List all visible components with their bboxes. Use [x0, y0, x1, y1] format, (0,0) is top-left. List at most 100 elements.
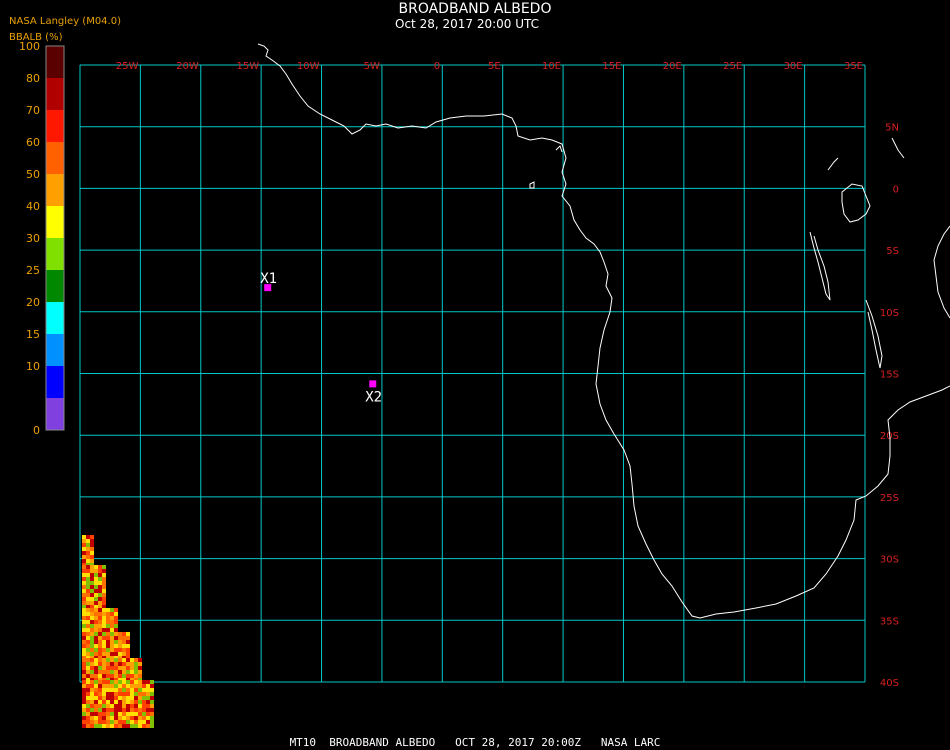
- albedo-pixel: [94, 670, 98, 674]
- albedo-pixel: [90, 724, 94, 728]
- albedo-pixel: [142, 700, 146, 704]
- albedo-pixel: [126, 724, 130, 728]
- albedo-pixel: [110, 666, 114, 670]
- albedo-pixel: [82, 708, 86, 712]
- albedo-pixel: [102, 658, 106, 662]
- albedo-pixel: [94, 666, 98, 670]
- albedo-pixel: [150, 720, 154, 724]
- albedo-pixel: [98, 704, 102, 708]
- albedo-pixel: [126, 662, 130, 666]
- albedo-pixel: [110, 696, 114, 700]
- legend-swatch: [46, 46, 64, 78]
- albedo-pixel: [118, 692, 122, 696]
- legend-swatch: [46, 142, 64, 174]
- legend-tick-label: 30: [26, 232, 40, 245]
- albedo-pixel: [110, 704, 114, 708]
- albedo-pixel: [106, 704, 110, 708]
- albedo-pixel: [118, 700, 122, 704]
- albedo-pixel: [106, 684, 110, 688]
- albedo-pixel: [94, 585, 98, 589]
- albedo-pixel: [98, 608, 102, 612]
- albedo-pixel: [118, 652, 122, 656]
- bioko-island: [529, 181, 535, 189]
- albedo-pixel: [138, 688, 142, 692]
- albedo-pixel: [106, 662, 110, 666]
- albedo-pixel: [106, 658, 110, 662]
- albedo-pixel: [94, 658, 98, 662]
- albedo-pixel: [98, 644, 102, 648]
- site-marker-label: X1: [260, 271, 277, 287]
- albedo-pixel: [86, 624, 90, 628]
- albedo-pixel: [114, 700, 118, 704]
- albedo-pixel: [86, 692, 90, 696]
- albedo-pixel: [106, 724, 110, 728]
- albedo-pixel: [94, 684, 98, 688]
- albedo-pixel: [114, 624, 118, 628]
- albedo-pixel: [82, 628, 86, 632]
- albedo-pixel: [82, 652, 86, 656]
- albedo-pixel: [146, 684, 150, 688]
- albedo-pixel: [102, 593, 106, 597]
- albedo-pixel: [118, 688, 122, 692]
- albedo-pixel: [146, 708, 150, 712]
- albedo-pixel: [82, 551, 86, 555]
- albedo-pixel: [138, 674, 142, 678]
- albedo-pixel: [146, 724, 150, 728]
- albedo-pixel: [102, 700, 106, 704]
- albedo-pixel: [82, 616, 86, 620]
- albedo-pixel: [110, 636, 114, 640]
- africa-east-coastline: [933, 225, 950, 319]
- albedo-pixel: [118, 716, 122, 720]
- albedo-pixel: [86, 696, 90, 700]
- albedo-pixel: [102, 589, 106, 593]
- albedo-pixel: [138, 704, 142, 708]
- albedo-pixel: [82, 666, 86, 670]
- albedo-pixel: [134, 662, 138, 666]
- albedo-pixel: [114, 644, 118, 648]
- albedo-pixel: [102, 666, 106, 670]
- lon-tick-label: 25E: [723, 61, 742, 72]
- albedo-pixel: [110, 724, 114, 728]
- albedo-pixel: [86, 535, 90, 539]
- albedo-pixel: [102, 612, 106, 616]
- albedo-pixel: [102, 648, 106, 652]
- albedo-pixel: [118, 724, 122, 728]
- albedo-pixel: [134, 692, 138, 696]
- albedo-pixel: [98, 716, 102, 720]
- albedo-pixel: [126, 680, 130, 684]
- albedo-pixel: [86, 712, 90, 716]
- albedo-pixel: [110, 632, 114, 636]
- albedo-pixel: [82, 577, 86, 581]
- albedo-pixel: [102, 712, 106, 716]
- albedo-pixel: [122, 632, 126, 636]
- albedo-pixel: [142, 724, 146, 728]
- albedo-pixel: [110, 620, 114, 624]
- albedo-pixel: [86, 612, 90, 616]
- albedo-pixel: [86, 636, 90, 640]
- albedo-pixel: [102, 662, 106, 666]
- albedo-pixel: [146, 688, 150, 692]
- albedo-pixel: [90, 628, 94, 632]
- albedo-pixel: [110, 684, 114, 688]
- albedo-pixel: [86, 565, 90, 569]
- albedo-pixel: [86, 680, 90, 684]
- albedo-pixel: [122, 716, 126, 720]
- albedo-pixel: [86, 644, 90, 648]
- albedo-pixel: [126, 670, 130, 674]
- albedo-pixel: [146, 712, 150, 716]
- albedo-pixel: [130, 670, 134, 674]
- albedo-swath: [82, 535, 154, 728]
- albedo-pixel: [126, 720, 130, 724]
- albedo-pixel: [94, 724, 98, 728]
- albedo-pixel: [102, 573, 106, 577]
- albedo-pixel: [114, 724, 118, 728]
- africa-coastline: [257, 43, 950, 619]
- albedo-pixel: [110, 662, 114, 666]
- albedo-pixel: [126, 640, 130, 644]
- albedo-pixel: [106, 620, 110, 624]
- albedo-pixel: [146, 720, 150, 724]
- albedo-pixel: [98, 573, 102, 577]
- albedo-pixel: [82, 573, 86, 577]
- albedo-pixel: [146, 696, 150, 700]
- albedo-pixel: [86, 559, 90, 563]
